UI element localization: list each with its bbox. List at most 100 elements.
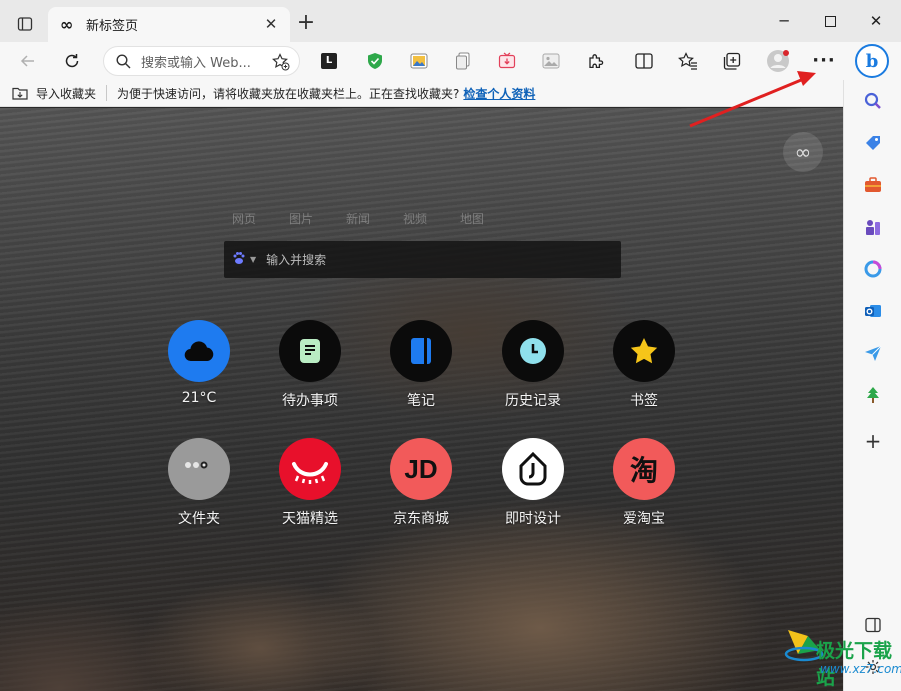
favorites-button[interactable] <box>672 46 704 76</box>
infinity-menu-button[interactable]: ∞ <box>783 132 823 172</box>
chevron-down-icon[interactable]: ▼ <box>250 255 256 264</box>
sidebar-tools-button[interactable] <box>858 170 888 200</box>
split-screen-button[interactable] <box>628 46 660 76</box>
tile-label: 待办事项 <box>282 393 338 409</box>
sidebar-search-button[interactable] <box>858 86 888 116</box>
sidebar-copilot-button[interactable] <box>858 254 888 284</box>
favorites-hint-text: 为便于快速访问，请将收藏夹放在收藏夹栏上。正在查找收藏夹? <box>117 86 460 101</box>
extension-l-button[interactable]: L <box>313 46 345 76</box>
refresh-button[interactable] <box>56 46 88 76</box>
image-extension-icon <box>410 53 428 69</box>
extension-photo-button[interactable] <box>535 46 567 76</box>
title-bar: ∞ 新标签页 ✕ + ─ ✕ <box>0 0 901 42</box>
search-category-tabs: 网页 图片 新闻 视频 地图 <box>232 210 517 227</box>
photo-icon <box>542 53 560 69</box>
new-tab-button[interactable]: + <box>294 12 318 36</box>
tile-label: 书签 <box>630 393 658 409</box>
cloud-icon <box>184 341 214 362</box>
tile-todo-circle <box>279 320 341 382</box>
maximize-button[interactable] <box>807 8 853 34</box>
favorites-bar: 导入收藏夹 为便于快速访问，请将收藏夹放在收藏夹栏上。正在查找收藏夹? 检查个人… <box>0 80 843 107</box>
tile-todo[interactable]: 待办事项 <box>265 320 355 410</box>
tag-icon <box>866 136 880 150</box>
extension-image-button[interactable] <box>403 46 435 76</box>
tile-bookmarks[interactable]: 书签 <box>599 320 689 410</box>
search-tab-video[interactable]: 视频 <box>403 210 460 227</box>
page-search-input[interactable]: 输入并搜索 <box>266 251 326 268</box>
tile-folder[interactable]: 文件夹 <box>154 438 244 528</box>
tile-bookmarks-circle <box>613 320 675 382</box>
taobao-icon: 淘 <box>629 454 658 487</box>
search-tab-map[interactable]: 地图 <box>460 210 517 227</box>
search-tab-images[interactable]: 图片 <box>289 210 346 227</box>
notebook-icon <box>411 338 431 364</box>
copilot-icon <box>864 260 882 278</box>
copy-icon <box>456 52 470 70</box>
tile-jd[interactable]: JD 京东商城 <box>376 438 466 528</box>
extension-l-icon: L <box>321 53 337 69</box>
collections-icon <box>723 52 741 70</box>
extension-shield-button[interactable] <box>359 46 391 76</box>
tile-history[interactable]: 历史记录 <box>488 320 578 410</box>
bing-chat-button[interactable]: b <box>855 44 889 78</box>
tile-tmall[interactable]: 天猫精选 <box>265 438 355 528</box>
tile-label: 历史记录 <box>505 393 561 409</box>
sidebar-tree-button[interactable] <box>858 380 888 410</box>
tile-notes-circle <box>390 320 452 382</box>
tile-weather-circle <box>168 320 230 382</box>
tile-label: 即时设计 <box>505 511 561 527</box>
address-bar[interactable]: 搜索或输入 Web... <box>103 46 300 76</box>
settings-more-button[interactable]: ··· <box>808 46 840 76</box>
add-favorite-icon[interactable] <box>272 53 290 75</box>
tile-taobao[interactable]: 淘 爱淘宝 <box>599 438 689 528</box>
infinity-icon: ∞ <box>60 15 74 34</box>
tab-close-button[interactable]: ✕ <box>262 15 280 33</box>
tab-actions-button[interactable] <box>10 11 40 37</box>
new-tab-page: ∞ 网页 图片 新闻 视频 地图 ▼ 输入并搜索 21°C 待办事项 笔记 历史… <box>0 108 843 691</box>
close-window-button[interactable]: ✕ <box>853 8 899 34</box>
tile-folder-circle <box>168 438 230 500</box>
import-favorites-label: 导入收藏夹 <box>36 86 97 101</box>
tile-jsdesign-circle <box>502 438 564 500</box>
minimize-button[interactable]: ─ <box>761 8 807 34</box>
page-search-box[interactable]: ▼ 输入并搜索 <box>224 241 621 278</box>
infinity-icon: ∞ <box>794 140 812 164</box>
sidebar-shopping-button[interactable] <box>858 128 888 158</box>
profile-button[interactable] <box>762 46 794 76</box>
extensions-button[interactable] <box>580 46 612 76</box>
back-arrow-icon <box>20 55 34 67</box>
tile-weather[interactable]: 21°C <box>154 320 244 406</box>
edge-sidebar: + <box>843 80 901 691</box>
tile-label: 笔记 <box>407 393 435 409</box>
tile-tmall-circle <box>279 438 341 500</box>
search-tab-web[interactable]: 网页 <box>232 210 289 227</box>
sidebar-send-button[interactable] <box>858 338 888 368</box>
tab-actions-icon <box>17 17 33 31</box>
avatar <box>767 50 789 72</box>
clock-icon <box>520 338 546 364</box>
collections-button[interactable] <box>716 46 748 76</box>
tile-jsdesign[interactable]: 即时设计 <box>488 438 578 528</box>
split-screen-icon <box>635 53 653 69</box>
folder-icon <box>185 461 208 469</box>
tile-jd-circle: JD <box>390 438 452 500</box>
extension-copy-button[interactable] <box>447 46 479 76</box>
baidu-paw-icon[interactable] <box>232 251 246 269</box>
sidebar-add-button[interactable]: + <box>858 426 888 456</box>
jsdesign-icon <box>519 452 547 486</box>
back-button[interactable] <box>12 46 44 76</box>
check-profile-link[interactable]: 检查个人资料 <box>463 85 535 102</box>
sidebar-games-button[interactable] <box>858 212 888 242</box>
extension-tv-button[interactable] <box>491 46 523 76</box>
shield-icon <box>368 53 382 69</box>
tile-label: 文件夹 <box>178 511 220 527</box>
address-input[interactable]: 搜索或输入 Web... <box>141 52 256 71</box>
sidebar-outlook-button[interactable] <box>858 296 888 326</box>
tab-new-tab[interactable]: ∞ 新标签页 ✕ <box>48 7 290 42</box>
search-tab-news[interactable]: 新闻 <box>346 210 403 227</box>
favorites-star-icon <box>678 52 697 70</box>
tile-notes[interactable]: 笔记 <box>376 320 466 410</box>
import-favorites-button[interactable]: 导入收藏夹 <box>12 85 96 102</box>
tile-history-circle <box>502 320 564 382</box>
search-icon <box>116 53 131 68</box>
